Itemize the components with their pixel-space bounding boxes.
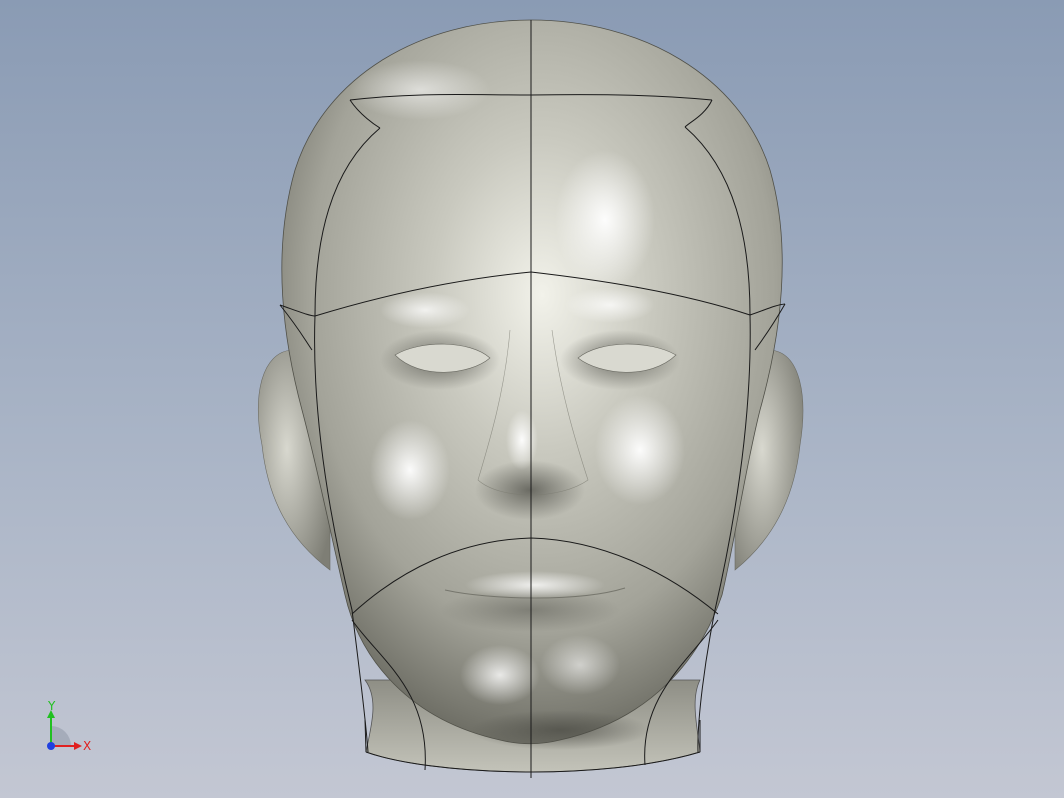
head-model[interactable] (0, 0, 1064, 798)
highlight-cheek-left (370, 420, 450, 520)
highlight-crown (350, 60, 490, 120)
highlight-lip (465, 571, 605, 599)
triad-quadrant (51, 726, 71, 746)
z-axis-dot (47, 742, 55, 750)
highlight-forehead (555, 150, 655, 290)
3d-viewport[interactable]: Y X (0, 0, 1064, 798)
chin-shadow (470, 710, 650, 750)
highlight-chin (460, 645, 540, 705)
x-axis-head (74, 742, 82, 750)
highlight-nose (506, 410, 538, 470)
highlight-jaw-right (540, 635, 620, 695)
x-axis-label: X (83, 739, 91, 753)
y-axis-label: Y (47, 699, 56, 713)
highlight-brow-right (565, 287, 655, 323)
axis-triad[interactable]: Y X (36, 696, 100, 760)
head-surface (281, 19, 783, 745)
highlight-cheek-right (595, 395, 685, 505)
highlight-brow-left (380, 292, 470, 328)
nose-shadow (475, 460, 585, 520)
